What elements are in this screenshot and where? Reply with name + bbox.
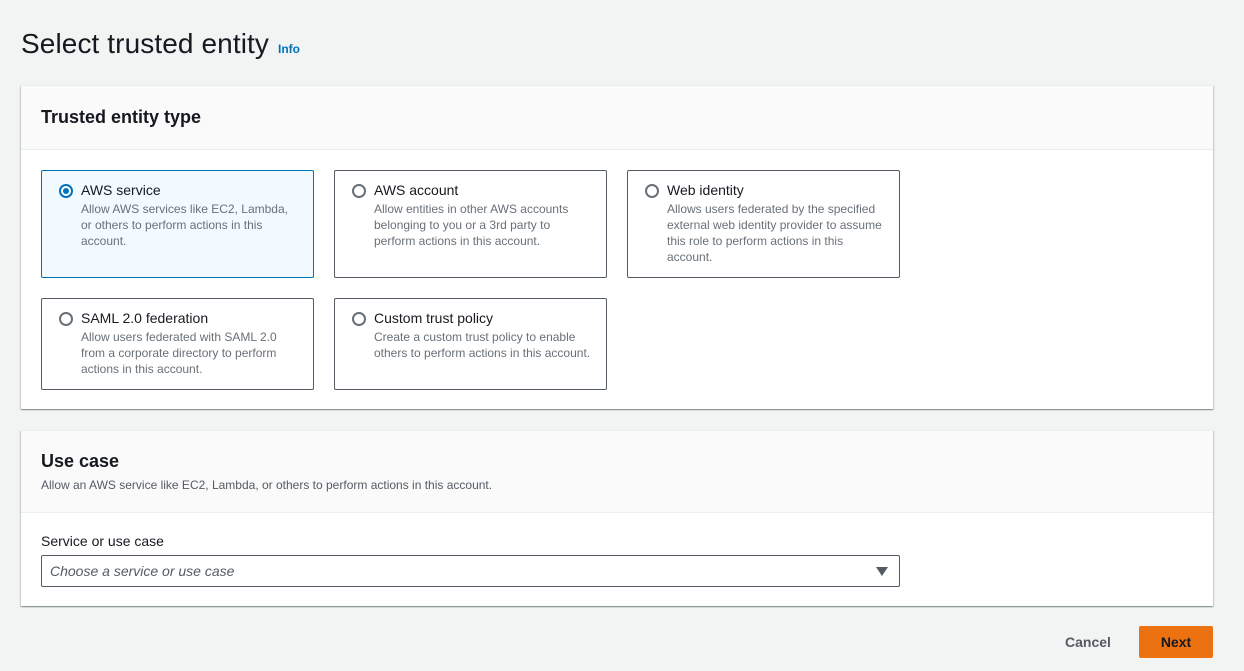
option-label: AWS service [81, 182, 161, 198]
trusted-entity-title: Trusted entity type [41, 107, 202, 127]
option-description: Allow AWS services like EC2, Lambda, or … [81, 202, 288, 248]
radio-aws-account[interactable] [352, 184, 366, 198]
option-aws-service[interactable]: AWS service Allow AWS services like EC2,… [41, 170, 314, 278]
trusted-entity-panel: Trusted entity type AWS service Allow AW… [21, 85, 1213, 409]
radio-web-identity[interactable] [645, 184, 659, 198]
option-description: Create a custom trust policy to enable o… [374, 330, 591, 360]
service-field-label: Service or use case [41, 533, 164, 549]
option-label: SAML 2.0 federation [81, 310, 209, 326]
option-saml-federation[interactable]: SAML 2.0 federation Allow users federate… [41, 298, 314, 390]
option-description: Allows users federated by the specified … [667, 202, 882, 264]
trusted-entity-panel-header: Trusted entity type [21, 86, 1213, 150]
cancel-button[interactable]: Cancel [1050, 626, 1126, 658]
radio-custom-trust-policy[interactable] [352, 312, 366, 326]
option-aws-account[interactable]: AWS account Allow entities in other AWS … [334, 170, 607, 278]
option-label: Custom trust policy [374, 310, 494, 326]
radio-aws-service[interactable] [59, 184, 73, 198]
option-label: AWS account [374, 182, 459, 198]
page-title: Select trusted entity [21, 28, 270, 59]
use-case-title: Use case [41, 451, 120, 471]
page-header: Select trusted entity Info [21, 28, 300, 60]
option-label: Web identity [667, 182, 744, 198]
use-case-panel: Use case Allow an AWS service like EC2, … [21, 430, 1213, 606]
use-case-description: Allow an AWS service like EC2, Lambda, o… [41, 478, 493, 492]
caret-down-icon [876, 567, 888, 576]
option-description: Allow entities in other AWS accounts bel… [374, 202, 569, 248]
service-select[interactable]: Choose a service or use case [41, 555, 900, 587]
info-link[interactable]: Info [278, 42, 300, 56]
option-web-identity[interactable]: Web identity Allows users federated by t… [627, 170, 900, 278]
use-case-panel-header: Use case Allow an AWS service like EC2, … [21, 431, 1213, 513]
radio-saml-federation[interactable] [59, 312, 73, 326]
next-button[interactable]: Next [1139, 626, 1213, 658]
service-select-placeholder: Choose a service or use case [50, 563, 235, 579]
option-description: Allow users federated with SAML 2.0 from… [81, 330, 277, 376]
option-custom-trust-policy[interactable]: Custom trust policy Create a custom trus… [334, 298, 607, 390]
